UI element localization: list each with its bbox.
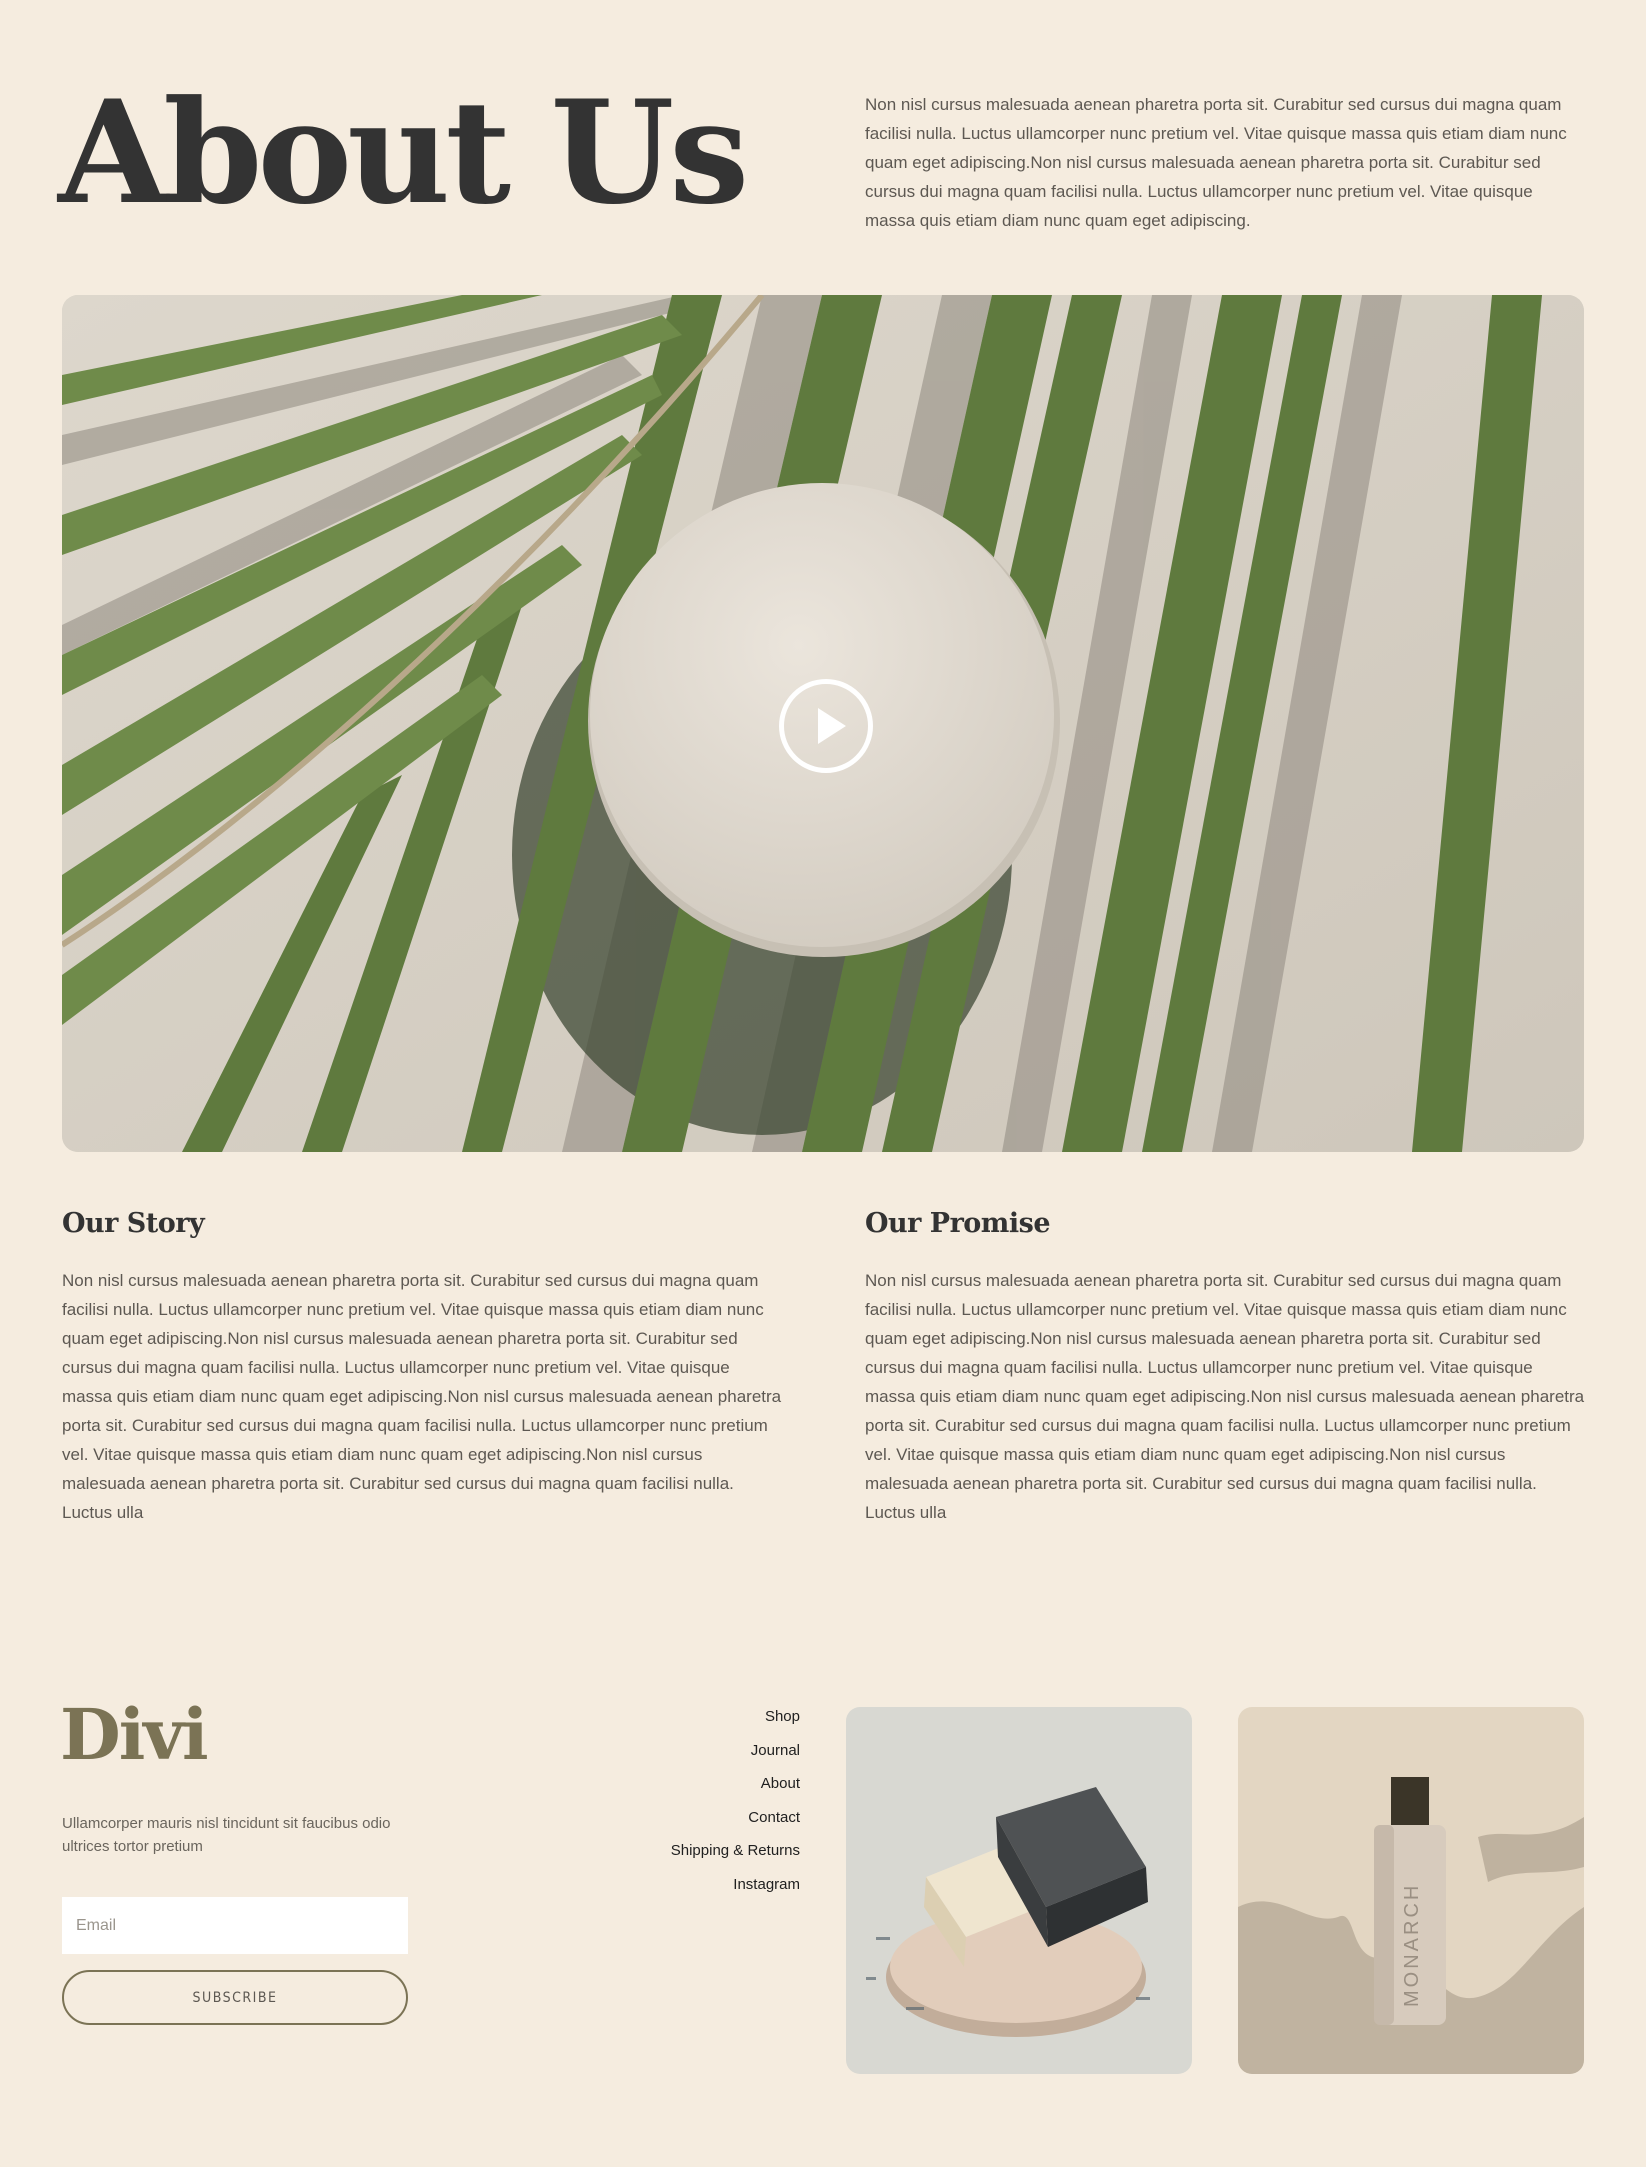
bottle-image: MONARCH xyxy=(1238,1707,1584,2074)
footer-link-shipping[interactable]: Shipping & Returns xyxy=(671,1842,800,1859)
play-icon xyxy=(818,708,846,744)
email-field[interactable] xyxy=(62,1897,408,1954)
product-image-soap[interactable] xyxy=(846,1707,1192,2074)
footer-link-about[interactable]: About xyxy=(761,1775,800,1792)
play-button[interactable] xyxy=(779,679,873,773)
footer-nav-item: Contact xyxy=(620,1807,800,1841)
footer-nav: Shop Journal About Contact Shipping & Re… xyxy=(620,1706,800,1907)
footer-nav-item: About xyxy=(620,1773,800,1807)
intro-text: Non nisl cursus malesuada aenean pharetr… xyxy=(865,95,1567,230)
soap-image xyxy=(846,1707,1192,2074)
footer-logo[interactable]: Divi xyxy=(60,1700,209,1770)
page-title: About Us xyxy=(58,70,749,236)
footer-link-instagram[interactable]: Instagram xyxy=(733,1876,800,1893)
footer-link-shop[interactable]: Shop xyxy=(765,1708,800,1725)
footer-link-contact[interactable]: Contact xyxy=(748,1809,800,1826)
subscribe-button[interactable]: SUBSCRIBE xyxy=(62,1970,408,2025)
our-promise-heading: Our Promise xyxy=(865,1208,1051,1239)
our-promise-text: Non nisl cursus malesuada aenean pharetr… xyxy=(865,1271,1585,1522)
footer-nav-item: Journal xyxy=(620,1740,800,1774)
our-story-heading: Our Story xyxy=(62,1208,205,1239)
footer-nav-item: Shipping & Returns xyxy=(620,1840,800,1874)
footer-nav-item: Instagram xyxy=(620,1874,800,1908)
footer-nav-item: Shop xyxy=(620,1706,800,1740)
product-image-bottle[interactable]: MONARCH xyxy=(1238,1707,1584,2074)
our-story-text: Non nisl cursus malesuada aenean pharetr… xyxy=(62,1271,782,1522)
footer-link-journal[interactable]: Journal xyxy=(751,1742,800,1759)
footer-tagline: Ullamcorper mauris nisl tincidunt sit fa… xyxy=(62,1815,391,1855)
bottle-label: MONARCH xyxy=(1401,1883,1423,2007)
